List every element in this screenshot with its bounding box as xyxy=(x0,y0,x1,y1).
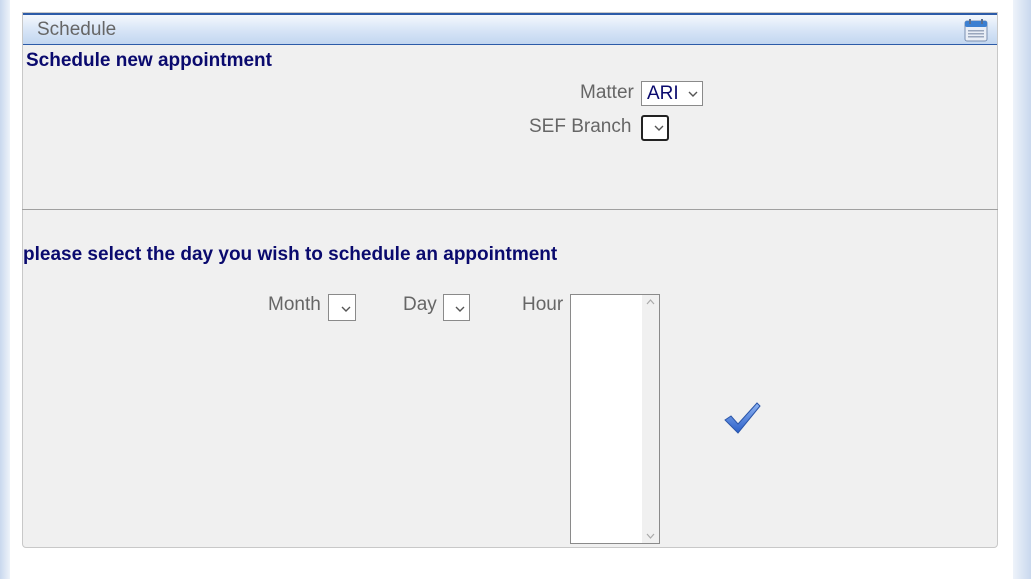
chevron-down-icon xyxy=(688,91,698,97)
page-side-bar-right xyxy=(1013,0,1031,579)
month-select[interactable] xyxy=(328,294,356,321)
panel-header: Schedule xyxy=(23,13,997,45)
month-label: Month xyxy=(268,294,321,315)
sef-branch-label: SEF Branch xyxy=(529,116,632,137)
chevron-down-icon xyxy=(654,125,664,131)
calendar-icon xyxy=(964,19,988,42)
scroll-up-icon[interactable] xyxy=(646,299,655,305)
hour-label: Hour xyxy=(522,294,564,315)
checkmark-icon[interactable] xyxy=(722,401,762,435)
section-divider xyxy=(22,209,998,210)
chevron-down-icon xyxy=(341,306,351,312)
hour-scrollbar[interactable] xyxy=(642,295,659,543)
hour-listbox[interactable] xyxy=(570,294,660,544)
matter-select[interactable]: ARI xyxy=(641,81,703,106)
day-label: Day xyxy=(403,294,437,315)
page-side-bar-left xyxy=(0,0,10,579)
panel-title: Schedule xyxy=(37,19,117,40)
sef-branch-select[interactable] xyxy=(641,115,669,141)
chevron-down-icon xyxy=(455,306,465,312)
day-selection-heading: please select the day you wish to schedu… xyxy=(23,244,558,265)
day-select[interactable] xyxy=(443,294,470,321)
scroll-down-icon[interactable] xyxy=(646,533,655,539)
schedule-panel: Schedule xyxy=(22,12,998,548)
matter-label: Matter xyxy=(580,82,634,103)
new-appointment-heading: Schedule new appointment xyxy=(26,50,272,71)
matter-select-value: ARI xyxy=(647,83,679,104)
